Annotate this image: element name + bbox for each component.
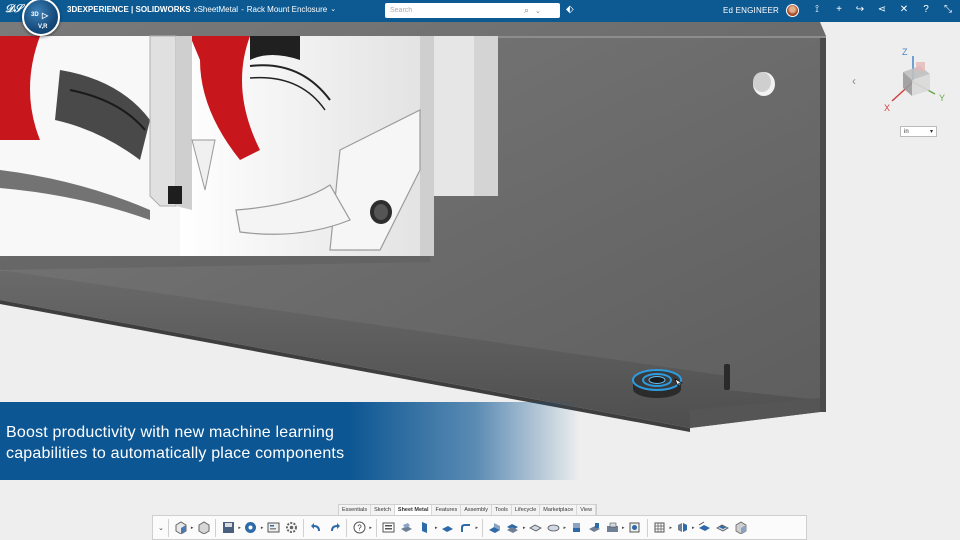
redo-icon[interactable] (327, 521, 341, 535)
banner-line-1: Boost productivity with new machine lear… (6, 424, 335, 441)
bookmark-icon[interactable]: ⟟ (810, 4, 824, 15)
measure-icon[interactable] (698, 521, 712, 535)
tab-assembly[interactable]: Assembly (461, 505, 493, 515)
banner-line-2: capabilities to automatically place comp… (6, 445, 345, 462)
new-part-icon[interactable] (174, 521, 188, 535)
top-bar: 𝒟𝒮 3D ▷ V,R 3DEXPERIENCE | SOLIDWORKS xS… (0, 0, 960, 36)
svg-text:?: ? (357, 524, 362, 533)
tab-features[interactable]: Features (432, 505, 462, 515)
tab-lifecycle[interactable]: Lifecycle (512, 505, 541, 515)
action-bar-tabs: Essentials Sketch Sheet Metal Features A… (338, 504, 598, 515)
user-name[interactable]: Ed ENGINEER (723, 6, 779, 15)
unfold-icon[interactable] (528, 521, 542, 535)
app-title[interactable]: 3DEXPERIENCE | SOLIDWORKS xSheetMetal - … (67, 5, 336, 14)
gear-icon[interactable] (284, 521, 298, 535)
tab-sketch[interactable]: Sketch (371, 505, 395, 515)
tab-marketplace[interactable]: Marketplace (540, 505, 578, 515)
form-tool-icon[interactable] (605, 521, 619, 535)
save-icon[interactable] (221, 521, 235, 535)
ds-logo: 𝒟𝒮 (5, 3, 23, 15)
tab-sheet-metal[interactable]: Sheet Metal (394, 505, 433, 515)
units-value: in (904, 128, 909, 135)
bend-icon[interactable] (458, 521, 472, 535)
tag-icon[interactable]: ⬖ (566, 4, 574, 15)
hem-icon[interactable] (587, 521, 601, 535)
dropdown-arrow-icon: ▾ (929, 129, 933, 135)
chevron-down-icon: ⌄ (330, 6, 337, 13)
play-icon: ▷ (42, 11, 49, 20)
share-icon[interactable]: ↪ (853, 4, 867, 15)
properties-icon[interactable] (266, 521, 280, 535)
promo-banner: Boost productivity with new machine lear… (0, 402, 580, 480)
collapse-icon[interactable]: ⤡ (941, 4, 955, 15)
collapse-toolbar-icon[interactable]: ⌄ (158, 524, 164, 532)
vent-icon[interactable] (628, 521, 642, 535)
sketched-bend-icon[interactable] (488, 521, 502, 535)
publish-icon[interactable] (244, 521, 258, 535)
network-icon[interactable]: ⋖ (875, 4, 889, 15)
jog-icon[interactable] (506, 521, 520, 535)
appearance-icon[interactable] (734, 521, 748, 535)
3d-viewport[interactable]: Z Y X ‹ in ▾ › Boost productivity with n… (0, 22, 960, 540)
sheet-metal-icon[interactable] (440, 521, 454, 535)
mirror-icon[interactable] (675, 521, 689, 535)
tools-icon[interactable]: ✕ (897, 4, 911, 15)
add-icon[interactable]: + (832, 4, 846, 15)
document-name: Rack Mount Enclosure (246, 5, 328, 14)
search-input[interactable] (385, 7, 520, 14)
tab-essentials[interactable]: Essentials (339, 505, 372, 515)
help-icon[interactable]: ? (919, 4, 933, 15)
tab-view[interactable]: View (577, 505, 597, 515)
search-icon[interactable]: ⌕ (524, 5, 529, 16)
search-box[interactable]: ⌕ ⌄ (385, 3, 560, 18)
units-select[interactable]: in ▾ (900, 126, 937, 137)
app-name: xSheetMetal (193, 5, 239, 14)
avatar[interactable] (786, 4, 799, 17)
undo-icon[interactable] (309, 521, 323, 535)
open-icon[interactable] (196, 521, 210, 535)
brand-name: 3DEXPERIENCE | SOLIDWORKS (67, 5, 191, 14)
triad-z-label: Z (902, 47, 908, 57)
compass-label-3d: 3D (31, 12, 39, 18)
tab-tools[interactable]: Tools (492, 505, 512, 515)
edge-flange-icon[interactable] (418, 521, 432, 535)
fold-icon[interactable] (546, 521, 560, 535)
base-flange-icon[interactable] (400, 521, 414, 535)
triad-x-label: X (884, 103, 890, 113)
corner-icon[interactable] (569, 521, 583, 535)
action-bar: ⌄ ▸ ▸ ▸ ? ▸ ▸ ▸ ▸ ▸ ▸ ▸ ▸ (152, 515, 807, 540)
section-icon[interactable] (716, 521, 730, 535)
compass-label-vr: V,R (38, 24, 48, 30)
help-icon[interactable]: ? (352, 521, 366, 535)
search-dropdown-icon[interactable]: ⌄ (535, 7, 541, 15)
chevron-left-icon[interactable]: ‹ (852, 74, 856, 88)
feature-tree-icon[interactable] (382, 521, 396, 535)
triad-y-label: Y (939, 93, 945, 103)
title-separator: - (241, 5, 244, 14)
pattern-icon[interactable] (653, 521, 667, 535)
expand-panel-icon[interactable]: › (2, 262, 5, 272)
